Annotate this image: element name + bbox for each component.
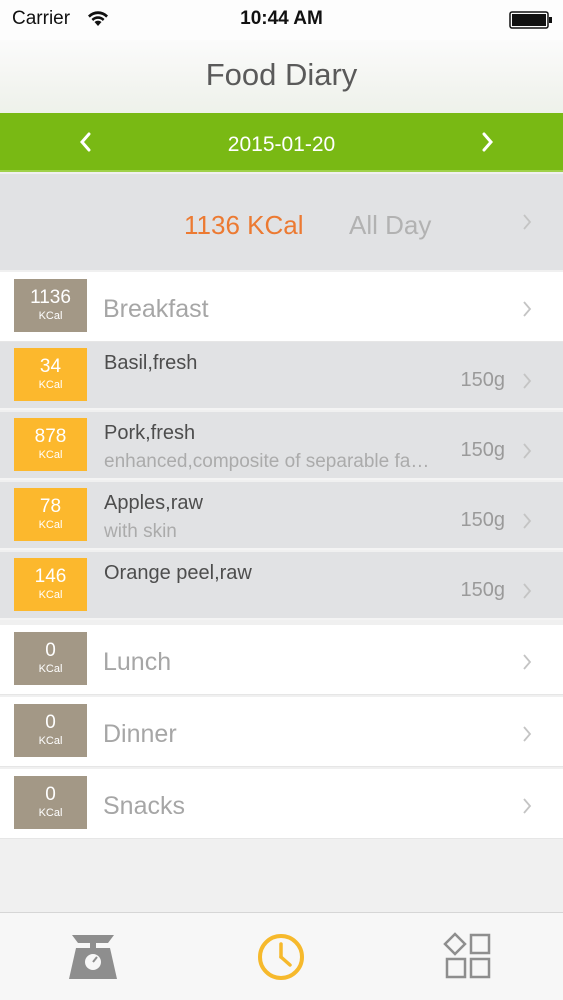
status-time: 10:44 AM xyxy=(240,8,323,29)
food-kcal-badge: 878 KCal xyxy=(14,418,87,471)
chevron-right-icon xyxy=(521,511,533,531)
chevron-right-icon xyxy=(521,724,533,744)
food-row[interactable]: 878 KCal Pork,fresh enhanced,composite o… xyxy=(0,412,563,480)
meal-name: Dinner xyxy=(103,720,177,748)
all-day-kcal: 1136 KCal xyxy=(184,210,304,240)
meal-kcal-badge: 0 KCal xyxy=(14,776,87,829)
next-day-button[interactable] xyxy=(475,129,499,155)
chevron-right-icon xyxy=(521,581,533,601)
meal-kcal-badge: 1136 KCal xyxy=(14,279,87,332)
food-weight: 150g xyxy=(460,439,506,461)
food-description: with skin xyxy=(104,521,177,542)
food-kcal-badge: 78 KCal xyxy=(14,488,87,541)
chevron-right-icon xyxy=(521,371,533,391)
meal-row-dinner[interactable]: 0 KCal Dinner xyxy=(0,697,563,767)
food-row[interactable]: 146 KCal Orange peel,raw 150g xyxy=(0,552,563,620)
page-title: Food Diary xyxy=(205,57,358,92)
tab-scale[interactable] xyxy=(66,931,120,983)
meal-row-snacks[interactable]: 0 KCal Snacks xyxy=(0,769,563,839)
date-bar: 2015-01-20 xyxy=(0,113,563,172)
chevron-right-icon xyxy=(482,132,493,152)
meal-name: Breakfast xyxy=(103,295,209,323)
clock-icon xyxy=(258,934,304,980)
chevron-right-icon xyxy=(521,212,533,232)
chevron-right-icon xyxy=(521,299,533,319)
food-name: Apples,raw xyxy=(104,492,203,514)
grid-shapes-icon xyxy=(443,932,491,979)
chevron-right-icon xyxy=(521,796,533,816)
food-row[interactable]: 78 KCal Apples,raw with skin 150g xyxy=(0,482,563,550)
tab-bar xyxy=(0,912,563,1000)
food-weight: 150g xyxy=(460,369,506,391)
all-day-summary-row[interactable]: 1136 KCal All Day xyxy=(0,174,563,270)
meal-kcal-badge: 0 KCal xyxy=(14,632,87,685)
all-day-label: All Day xyxy=(349,210,432,240)
meal-row-breakfast[interactable]: 1136 KCal Breakfast xyxy=(0,272,563,342)
kitchen-scale-icon xyxy=(69,935,117,979)
meal-name: Snacks xyxy=(103,792,185,820)
food-name: Pork,fresh xyxy=(104,422,196,444)
food-kcal-badge: 34 KCal xyxy=(14,348,87,401)
tab-more[interactable] xyxy=(442,931,496,983)
food-weight: 150g xyxy=(460,509,506,531)
meal-kcal-badge: 0 KCal xyxy=(14,704,87,757)
food-description: enhanced,composite of separable fat,with… xyxy=(104,451,434,472)
battery-icon xyxy=(509,11,553,29)
food-kcal-badge: 146 KCal xyxy=(14,558,87,611)
food-name: Basil,fresh xyxy=(104,352,198,374)
chevron-right-icon xyxy=(521,441,533,461)
food-weight: 150g xyxy=(460,579,506,601)
meal-name: Lunch xyxy=(103,648,172,676)
meal-row-lunch[interactable]: 0 KCal Lunch xyxy=(0,625,563,695)
nav-bar: Food Diary xyxy=(0,40,563,113)
tab-diary[interactable] xyxy=(254,931,308,983)
chevron-right-icon xyxy=(521,652,533,672)
status-bar: Carrier 10:44 AM xyxy=(0,0,563,40)
food-row[interactable]: 34 KCal Basil,fresh 150g xyxy=(0,342,563,410)
food-name: Orange peel,raw xyxy=(104,562,252,584)
